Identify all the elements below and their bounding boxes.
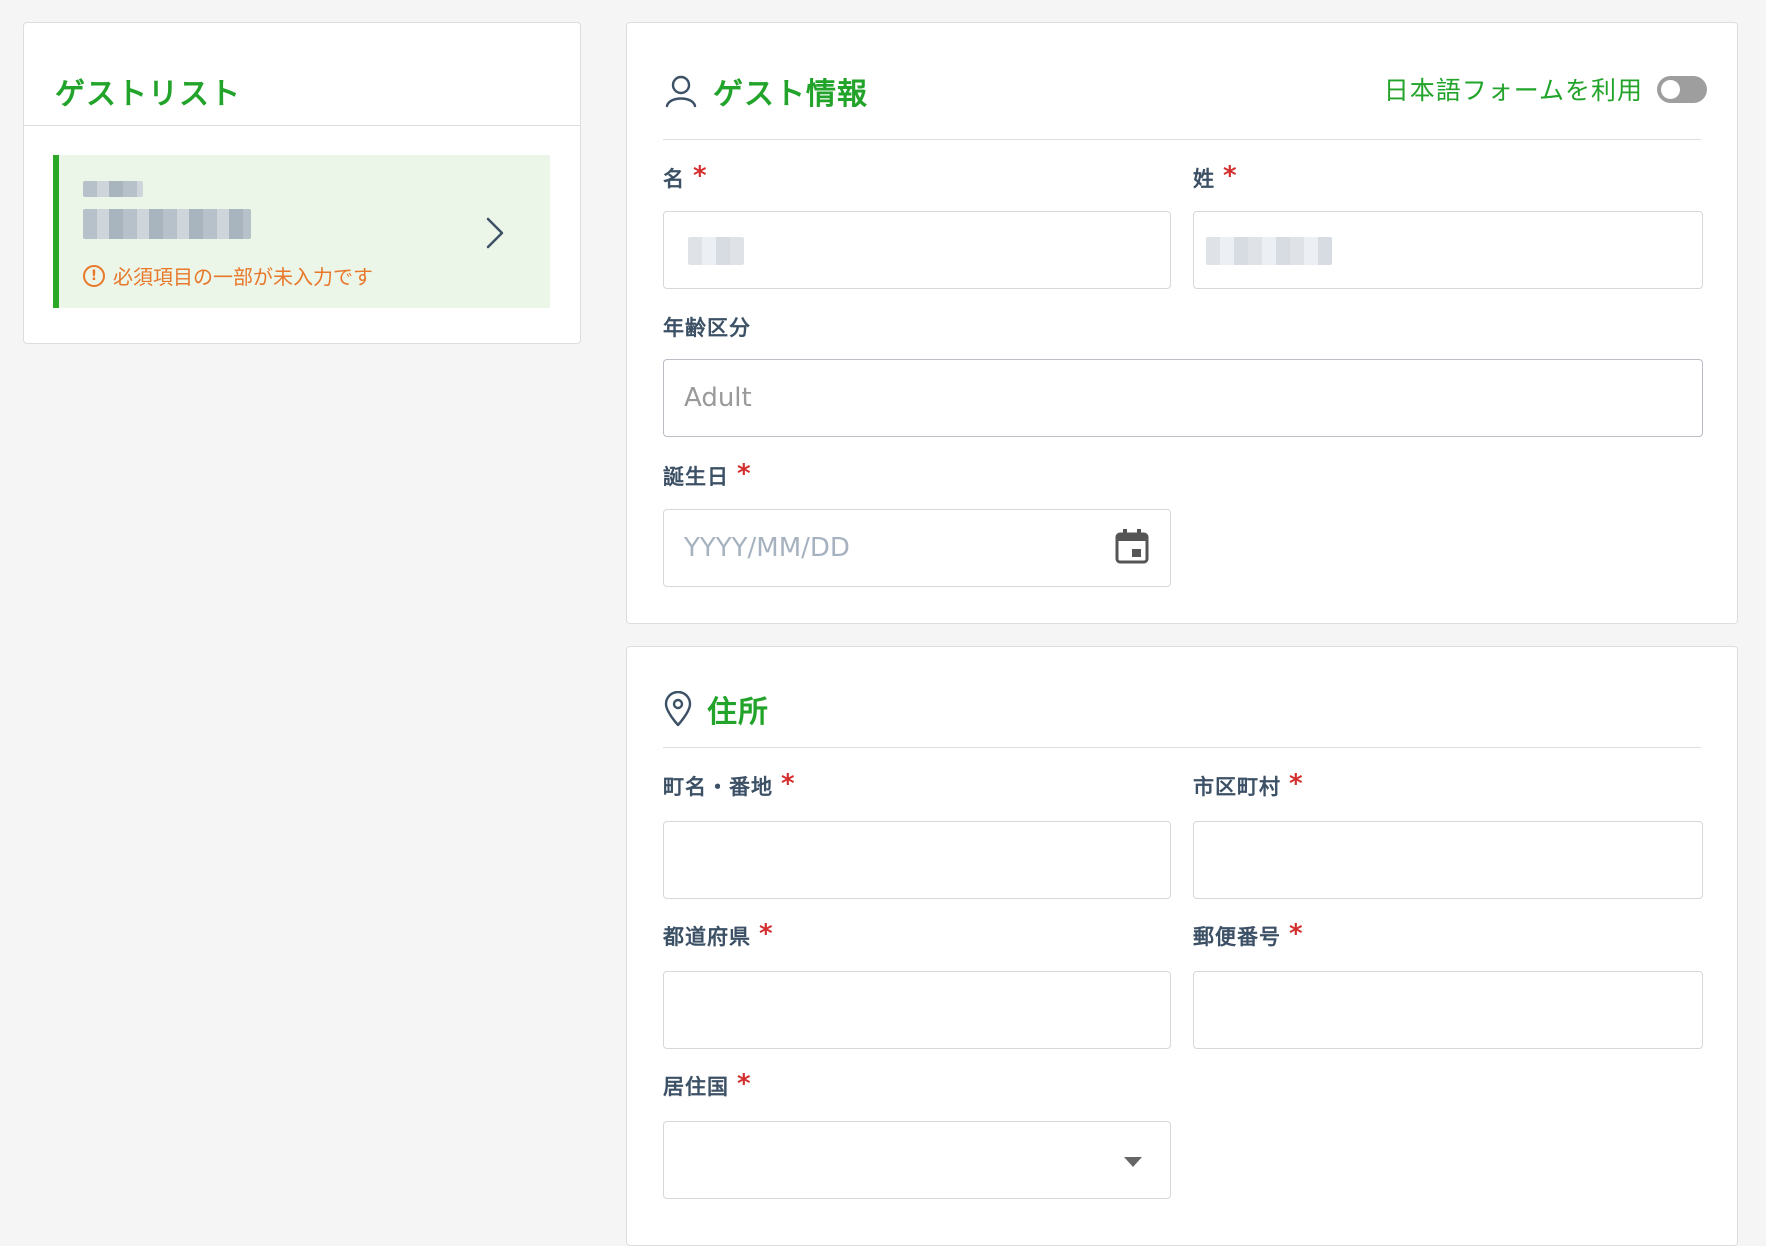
first-name-field[interactable] — [663, 211, 1171, 289]
last-name-label: 姓 * — [1193, 161, 1238, 191]
location-pin-icon — [664, 691, 692, 727]
required-mark: * — [759, 919, 774, 949]
guest-list-item[interactable]: ! 必須項目の一部が未入力です — [53, 155, 550, 308]
japanese-form-toggle[interactable] — [1657, 75, 1707, 103]
guest-list-card: ゲストリスト ! 必須項目の一部が未入力です — [23, 22, 581, 344]
redacted-guest-type — [83, 181, 143, 197]
redacted-guest-name — [83, 209, 251, 239]
missing-fields-warning: ! 必須項目の一部が未入力です — [83, 261, 373, 290]
guest-info-card: ゲスト情報 日本語フォームを利用 名 * 姓 * 年齢区分 Adult 誕生日 * — [626, 22, 1738, 624]
age-group-label: 年齢区分 — [663, 316, 751, 340]
user-icon — [665, 75, 697, 108]
birthday-input[interactable] — [663, 509, 1171, 587]
alert-circle-icon: ! — [83, 264, 105, 287]
guest-list-title: ゲストリスト — [55, 77, 241, 112]
dropdown-arrow-icon — [1124, 1157, 1142, 1167]
city-label: 市区町村 * — [1193, 769, 1304, 799]
required-mark: * — [1289, 919, 1304, 949]
country-label: 居住国 * — [663, 1069, 752, 1099]
chevron-right-icon[interactable] — [474, 213, 514, 253]
required-mark: * — [781, 769, 796, 799]
address-header: 住所 — [663, 687, 769, 731]
address-card: 住所 町名・番地 * 市区町村 * 都道府県 * 郵便番号 * 居住国 * — [626, 646, 1738, 1246]
postal-code-input[interactable] — [1193, 971, 1703, 1049]
city-input[interactable] — [1193, 821, 1703, 899]
birthday-label: 誕生日 * — [663, 459, 752, 489]
street-input[interactable] — [663, 821, 1171, 899]
redacted-first-name — [688, 237, 744, 265]
age-group-select[interactable]: Adult — [663, 359, 1703, 437]
required-mark: * — [737, 1069, 752, 1099]
required-mark: * — [693, 161, 708, 191]
guest-info-title: ゲスト情報 — [713, 77, 868, 112]
japanese-form-toggle-label: 日本語フォームを利用 — [1383, 76, 1643, 105]
required-mark: * — [1289, 769, 1304, 799]
divider — [663, 139, 1701, 140]
prefecture-input[interactable] — [663, 971, 1171, 1049]
guest-info-header: ゲスト情報 — [663, 69, 868, 113]
divider — [24, 125, 580, 126]
postal-code-label: 郵便番号 * — [1193, 919, 1304, 949]
country-select[interactable] — [663, 1121, 1171, 1199]
toggle-knob — [1661, 79, 1680, 99]
first-name-label: 名 * — [663, 161, 708, 191]
calendar-icon[interactable] — [1115, 528, 1149, 564]
divider — [663, 747, 1701, 748]
address-title: 住所 — [707, 695, 769, 730]
street-label: 町名・番地 * — [663, 769, 796, 799]
last-name-field[interactable] — [1193, 211, 1703, 289]
warning-text: 必須項目の一部が未入力です — [113, 265, 373, 289]
required-mark: * — [1223, 161, 1238, 191]
required-mark: * — [737, 459, 752, 489]
redacted-last-name — [1206, 237, 1332, 265]
age-group-value: Adult — [684, 383, 752, 413]
japanese-form-toggle-group: 日本語フォームを利用 — [1384, 71, 1707, 107]
prefecture-label: 都道府県 * — [663, 919, 774, 949]
